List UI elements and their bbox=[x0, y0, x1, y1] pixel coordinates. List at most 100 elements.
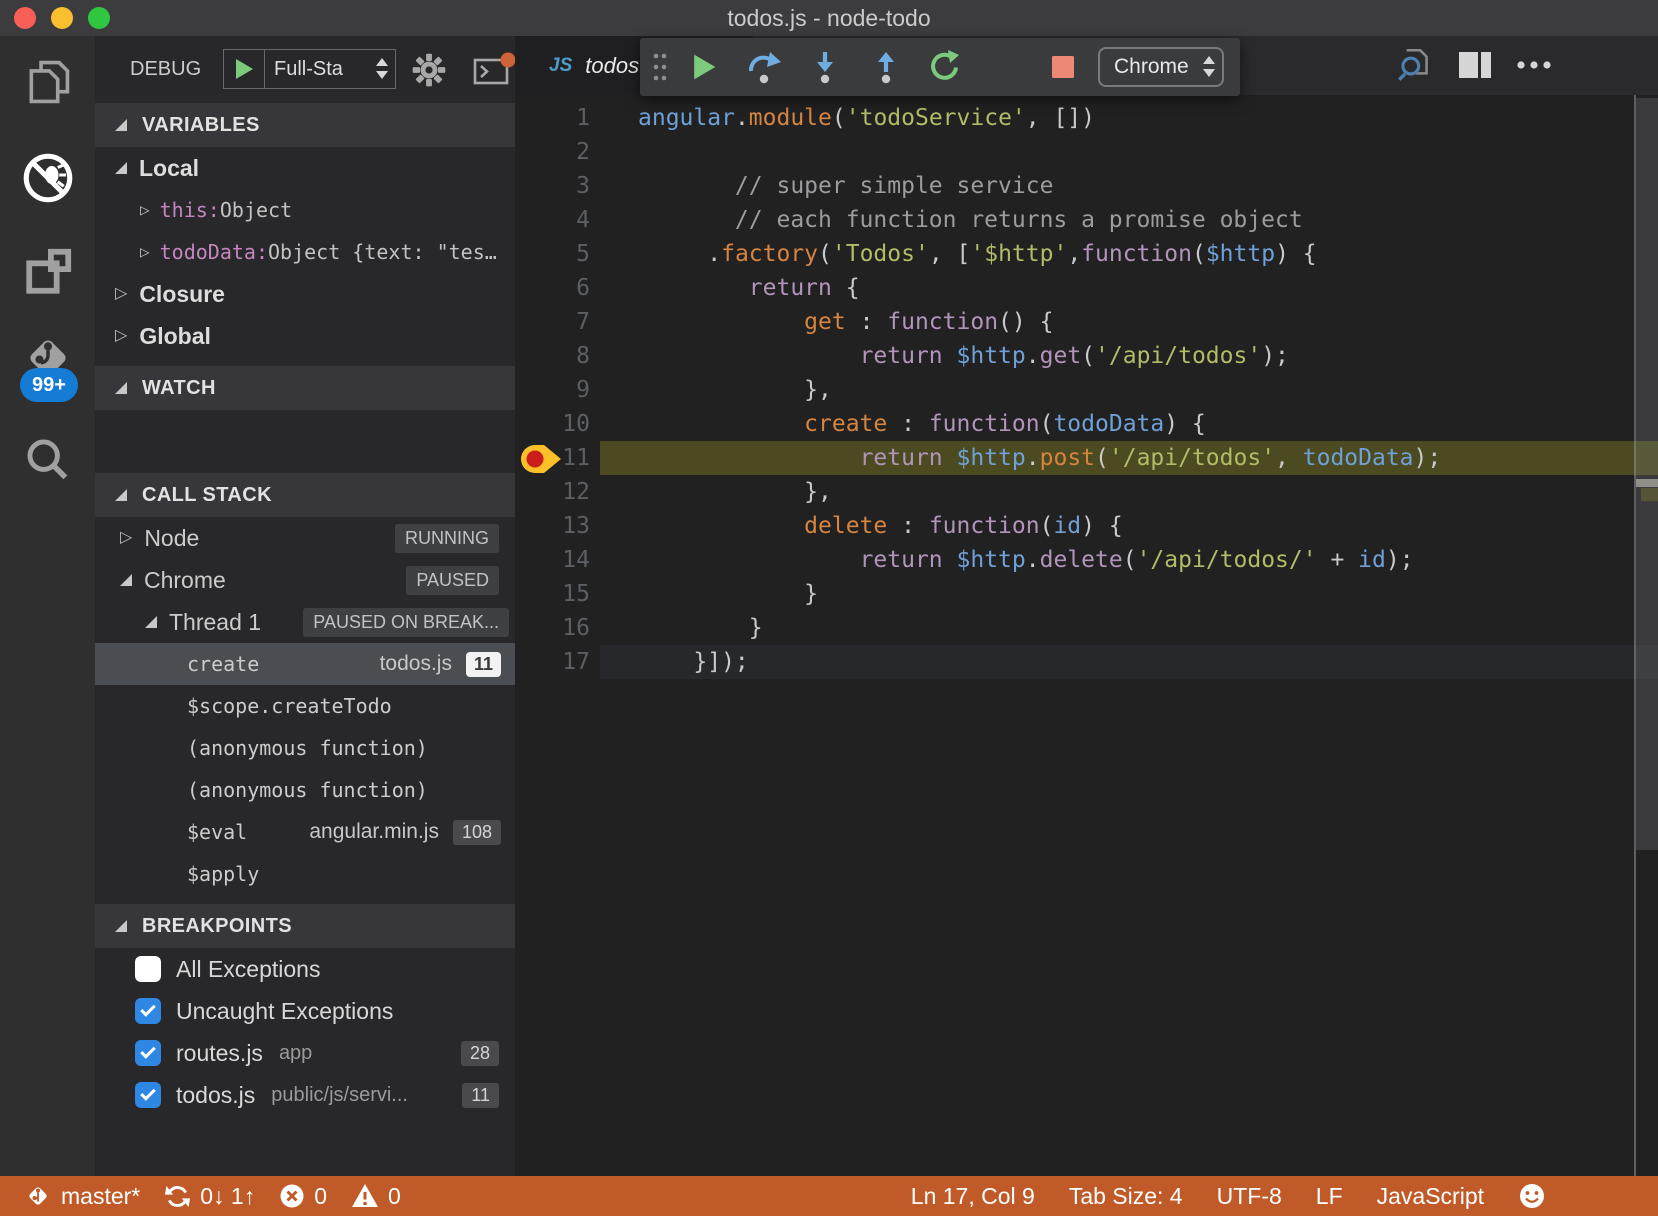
activity-item-extensions[interactable] bbox=[0, 237, 95, 307]
session-label: Node bbox=[144, 525, 199, 552]
stack-frame-row[interactable]: (anonymous function) bbox=[95, 769, 515, 811]
scope-row[interactable]: Local bbox=[95, 147, 515, 189]
line-number[interactable]: 5 bbox=[515, 237, 590, 271]
line-number[interactable]: 9 bbox=[515, 373, 590, 407]
code-editor[interactable]: 1234567891011121314151617 angular.module… bbox=[515, 95, 1658, 1176]
find-in-file-button[interactable] bbox=[1393, 45, 1437, 85]
breakpoint-row[interactable]: todos.jspublic/js/servi...11 bbox=[95, 1074, 515, 1116]
code-token: id bbox=[1053, 513, 1081, 539]
split-editor-button[interactable] bbox=[1453, 45, 1497, 85]
scope-row[interactable]: ▷Global bbox=[95, 315, 515, 357]
warnings-item[interactable]: 0 bbox=[351, 1183, 401, 1210]
line-number[interactable]: 6 bbox=[515, 271, 590, 305]
debug-session-row[interactable]: ChromePAUSED bbox=[95, 559, 515, 601]
tab-size-item[interactable]: Tab Size: 4 bbox=[1069, 1183, 1183, 1210]
variables-section-header[interactable]: VARIABLES bbox=[95, 103, 515, 147]
variable-row[interactable]: ▷todoData: Object {text: "tes… bbox=[95, 231, 515, 273]
debug-no-bug-icon bbox=[21, 151, 75, 205]
breakpoints-section-header[interactable]: BREAKPOINTS bbox=[95, 904, 515, 948]
errors-item[interactable]: 0 bbox=[279, 1183, 327, 1210]
restart-button[interactable] bbox=[922, 45, 966, 89]
language-mode-item[interactable]: JavaScript bbox=[1377, 1183, 1484, 1210]
twistie-collapsed-icon: ▷ bbox=[140, 202, 150, 218]
stack-frame-row[interactable]: $apply bbox=[95, 853, 515, 895]
watch-section-header[interactable]: WATCH bbox=[95, 366, 515, 410]
zoom-button[interactable] bbox=[88, 7, 110, 29]
stop-button[interactable] bbox=[1041, 45, 1085, 89]
code-token: todoData bbox=[1053, 411, 1164, 437]
code-line: create : function(todoData) { bbox=[638, 407, 1206, 441]
code-token: '/api/todos/' bbox=[1137, 547, 1317, 573]
line-number[interactable]: 15 bbox=[515, 577, 590, 611]
session-picker-label: Chrome bbox=[1100, 55, 1189, 79]
debug-session-row[interactable]: Thread 1PAUSED ON BREAK... bbox=[95, 601, 515, 643]
frame-name: $eval bbox=[187, 820, 247, 844]
stack-frame-row[interactable]: $evalangular.min.js108 bbox=[95, 811, 515, 853]
code-token: , bbox=[1067, 241, 1081, 267]
twistie-collapsed-icon: ▷ bbox=[120, 530, 132, 546]
debug-session-picker[interactable]: Chrome bbox=[1098, 47, 1224, 87]
line-number[interactable]: 16 bbox=[515, 611, 590, 645]
feedback-smiley-item[interactable] bbox=[1518, 1182, 1546, 1210]
start-debug-button[interactable] bbox=[223, 49, 265, 89]
breakpoint-row[interactable]: routes.jsapp28 bbox=[95, 1032, 515, 1074]
step-out-button[interactable] bbox=[864, 45, 908, 89]
line-number[interactable]: 1 bbox=[515, 101, 590, 135]
configure-launch-button[interactable] bbox=[411, 52, 447, 93]
breakpoint-checkbox[interactable] bbox=[135, 1040, 161, 1066]
line-number[interactable]: 17 bbox=[515, 645, 590, 679]
line-number[interactable]: 4 bbox=[515, 203, 590, 237]
git-branch-item[interactable]: master* bbox=[24, 1182, 140, 1210]
step-over-button[interactable] bbox=[742, 45, 786, 89]
line-number[interactable]: 8 bbox=[515, 339, 590, 373]
line-number[interactable]: 7 bbox=[515, 305, 590, 339]
code-token: ); bbox=[1414, 445, 1442, 471]
breakpoint-current-line-icon[interactable] bbox=[520, 443, 562, 475]
stack-frame-row[interactable]: (anonymous function) bbox=[95, 727, 515, 769]
stack-frame-row[interactable]: $scope.createTodo bbox=[95, 685, 515, 727]
line-number[interactable]: 3 bbox=[515, 169, 590, 203]
editor-scrollbar[interactable] bbox=[1634, 95, 1658, 1176]
minimize-button[interactable] bbox=[51, 7, 73, 29]
scrollbar-slider[interactable] bbox=[1636, 98, 1658, 850]
variable-row[interactable]: ▷this: Object bbox=[95, 189, 515, 231]
stack-frame-row[interactable]: createtodos.js11 bbox=[95, 643, 515, 685]
line-number[interactable]: 12 bbox=[515, 475, 590, 509]
breakpoint-checkbox[interactable] bbox=[135, 956, 161, 982]
cursor-line-highlight bbox=[600, 645, 1658, 679]
breakpoint-row[interactable]: Uncaught Exceptions bbox=[95, 990, 515, 1032]
line-number[interactable]: 13 bbox=[515, 509, 590, 543]
frame-file-name: todos.js bbox=[380, 652, 452, 676]
debug-console-button[interactable] bbox=[473, 52, 515, 93]
scope-row[interactable]: ▷Closure bbox=[95, 273, 515, 315]
code-token: : bbox=[887, 513, 929, 539]
close-button[interactable] bbox=[14, 7, 36, 29]
line-number[interactable]: 10 bbox=[515, 407, 590, 441]
activity-item-debug[interactable] bbox=[0, 143, 95, 213]
breakpoint-row[interactable]: All Exceptions bbox=[95, 948, 515, 990]
activity-item-explorer[interactable] bbox=[0, 47, 95, 117]
callstack-section-header[interactable]: CALL STACK bbox=[95, 473, 515, 517]
more-actions-button[interactable] bbox=[1512, 45, 1556, 85]
encoding-item[interactable]: UTF-8 bbox=[1217, 1183, 1282, 1210]
debug-view-title: DEBUG bbox=[130, 36, 201, 103]
continue-button[interactable] bbox=[681, 45, 725, 89]
code-token: $http bbox=[1206, 241, 1275, 267]
step-into-button[interactable] bbox=[803, 45, 847, 89]
activity-item-search[interactable] bbox=[0, 425, 95, 495]
line-number[interactable]: 14 bbox=[515, 543, 590, 577]
stack-frame-row[interactable]: (anonymous function) bbox=[95, 895, 515, 904]
code-token: . bbox=[1026, 343, 1040, 369]
code-line: angular.module('todoService', []) bbox=[638, 101, 1095, 135]
code-token: . bbox=[1026, 445, 1040, 471]
breakpoint-checkbox[interactable] bbox=[135, 998, 161, 1024]
launch-config-select[interactable]: Full-Sta bbox=[264, 49, 396, 89]
line-number[interactable]: 2 bbox=[515, 135, 590, 169]
debug-session-row[interactable]: ▷NodeRUNNING bbox=[95, 517, 515, 559]
breakpoint-checkbox[interactable] bbox=[135, 1082, 161, 1108]
eol-item[interactable]: LF bbox=[1316, 1183, 1343, 1210]
drag-grip-icon[interactable] bbox=[650, 50, 670, 84]
cursor-position-item[interactable]: Ln 17, Col 9 bbox=[911, 1183, 1035, 1210]
sync-item[interactable]: 0↓ 1↑ bbox=[164, 1183, 255, 1210]
code-token: ) { bbox=[1081, 513, 1123, 539]
